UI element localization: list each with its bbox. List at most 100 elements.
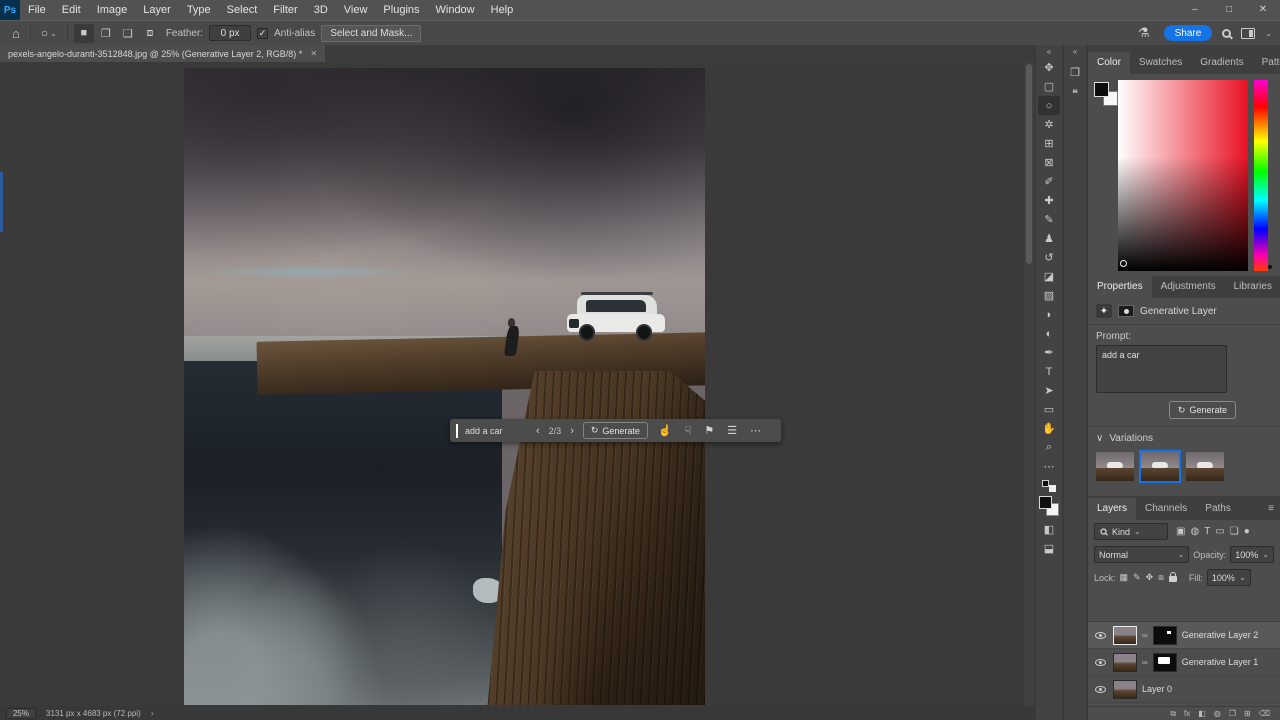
menu-help[interactable]: Help [483, 0, 522, 20]
color-picker-marker[interactable] [1120, 260, 1127, 267]
add-selection-mode-button[interactable]: ❐ [96, 24, 116, 43]
active-tool-preview[interactable]: ○ ⌄ [37, 26, 61, 40]
layer-name[interactable]: Generative Layer 1 [1182, 657, 1259, 667]
visibility-toggle[interactable] [1092, 631, 1108, 639]
status-options-chevron[interactable]: › [151, 708, 154, 718]
canvas-vertical-scrollbar[interactable] [1024, 62, 1034, 706]
type-tool[interactable]: T [1038, 362, 1060, 381]
foreground-background-swatches[interactable] [1094, 82, 1118, 106]
layer-thumbnail[interactable] [1113, 652, 1137, 672]
tab-layers[interactable]: Layers [1088, 498, 1137, 520]
document-tab[interactable]: pexels-angelo-duranti-3512848.jpg @ 25% … [0, 45, 326, 62]
magic-wand-tool[interactable]: ✲ [1038, 115, 1060, 134]
menu-type[interactable]: Type [179, 0, 219, 20]
more-tools-icon[interactable]: ⋯ [1038, 457, 1060, 476]
variation-thumbnail-1[interactable] [1094, 450, 1136, 483]
prompt-textarea[interactable]: add a car [1096, 345, 1227, 393]
variation-thumbnail-2-selected[interactable] [1139, 450, 1181, 483]
adjustment-layer-icon[interactable]: ◍ [1214, 709, 1221, 718]
share-button[interactable]: Share [1163, 25, 1213, 41]
pen-tool[interactable]: ✒ [1038, 343, 1060, 362]
tab-adjustments[interactable]: Adjustments [1152, 276, 1225, 298]
generate-button[interactable]: ↻ Generate [582, 422, 648, 439]
next-variation-button[interactable]: › [568, 425, 576, 437]
hue-slider-marker[interactable] [1268, 265, 1272, 269]
chevron-down-icon[interactable]: ⌄ [1265, 29, 1272, 38]
layer-effects-icon[interactable]: fx [1184, 709, 1190, 718]
menu-window[interactable]: Window [428, 0, 483, 20]
variations-header[interactable]: ∨ Variations [1096, 433, 1153, 444]
previous-variation-button[interactable]: ‹ [534, 425, 542, 437]
scrollbar-thumb[interactable] [1026, 64, 1032, 264]
lock-artboard-icon[interactable]: ⧈ [1158, 572, 1164, 583]
lock-pixels-icon[interactable]: ✎ [1133, 572, 1141, 583]
filter-kind-select[interactable]: Kind ⌄ [1094, 523, 1168, 540]
delete-layer-icon[interactable]: ⌫ [1259, 709, 1270, 718]
lock-position-icon[interactable]: ✥ [1146, 572, 1154, 583]
blend-mode-select[interactable]: Normal ⌄ [1094, 546, 1190, 563]
collapse-toolbar-icon[interactable]: « [1047, 46, 1051, 58]
zoom-level-field[interactable]: 25% [6, 707, 36, 719]
crop-tool[interactable]: ⊞ [1038, 134, 1060, 153]
menu-filter[interactable]: Filter [265, 0, 305, 20]
lock-transparency-icon[interactable]: ▦ [1120, 572, 1129, 583]
screen-mode-button[interactable]: ⬓ [1038, 539, 1060, 558]
menu-edit[interactable]: Edit [54, 0, 89, 20]
antialias-checkbox[interactable]: ✓ [257, 27, 269, 39]
brush-tool[interactable]: ✎ [1038, 210, 1060, 229]
close-tab-icon[interactable]: ✕ [310, 49, 317, 58]
tab-paths[interactable]: Paths [1196, 498, 1240, 520]
tab-libraries[interactable]: Libraries [1225, 276, 1280, 298]
filter-toggle-icon[interactable]: ● [1244, 526, 1250, 537]
new-selection-mode-button[interactable]: ■ [73, 23, 94, 43]
menu-plugins[interactable]: Plugins [375, 0, 427, 20]
filter-pixel-layers-icon[interactable]: ▣ [1176, 526, 1185, 537]
menu-file[interactable]: File [20, 0, 54, 20]
thumbs-down-icon[interactable]: ☟ [682, 424, 695, 437]
add-mask-icon[interactable]: ◧ [1198, 709, 1206, 718]
frame-tool[interactable]: ⊠ [1038, 153, 1060, 172]
menu-select[interactable]: Select [219, 0, 266, 20]
prompt-input[interactable]: add a car [465, 426, 527, 436]
layer-row-layer-0[interactable]: Layer 0 [1088, 676, 1280, 703]
variation-thumbnail-3[interactable] [1184, 450, 1226, 483]
intersect-selection-mode-button[interactable]: ⧈ [140, 24, 160, 43]
blur-tool[interactable]: ◗ [1038, 305, 1060, 324]
thumbs-up-icon[interactable]: ☝ [655, 424, 675, 437]
tab-gradients[interactable]: Gradients [1191, 52, 1252, 74]
gradient-tool[interactable]: ▨ [1038, 286, 1060, 305]
new-group-icon[interactable]: ❐ [1229, 709, 1236, 718]
tab-channels[interactable]: Channels [1136, 498, 1196, 520]
filter-adjustment-layers-icon[interactable]: ◍ [1190, 526, 1199, 537]
maximize-button[interactable]: □ [1212, 0, 1246, 20]
quick-mask-button[interactable]: ◧ [1038, 520, 1060, 539]
filter-type-layers-icon[interactable]: T [1204, 526, 1210, 537]
menu-3d[interactable]: 3D [306, 0, 336, 20]
home-icon[interactable]: ⌂ [8, 26, 24, 41]
comments-panel-icon[interactable]: ❝ [1072, 87, 1078, 100]
saturation-brightness-picker[interactable] [1118, 80, 1248, 271]
link-layers-icon[interactable]: ⧉ [1170, 709, 1176, 719]
panel-menu-icon[interactable]: ≡ [1262, 498, 1280, 520]
tab-color[interactable]: Color [1088, 52, 1130, 74]
shape-tool[interactable]: ▭ [1038, 400, 1060, 419]
collapse-strip-icon[interactable]: « [1073, 46, 1077, 58]
visibility-toggle[interactable] [1092, 658, 1108, 666]
fill-select[interactable]: 100% ⌄ [1206, 569, 1251, 586]
new-layer-icon[interactable]: ⊞ [1244, 709, 1251, 718]
path-select-tool[interactable]: ➤ [1038, 381, 1060, 400]
lock-all-icon[interactable] [1168, 572, 1177, 582]
history-panel-icon[interactable]: ❐ [1070, 66, 1080, 79]
zoom-tool[interactable]: ⌕ [1038, 438, 1060, 457]
feather-input[interactable]: 0 px [209, 25, 252, 41]
canvas-area[interactable]: add a car ‹ 2/3 › ↻ Generate ☝ ☟ ⚑ ☰ ⋯ [0, 62, 1024, 706]
hand-tool[interactable]: ✋ [1038, 419, 1060, 438]
opacity-select[interactable]: 100% ⌄ [1230, 546, 1274, 563]
menu-layer[interactable]: Layer [135, 0, 179, 20]
menu-image[interactable]: Image [89, 0, 136, 20]
minimize-button[interactable]: – [1178, 0, 1212, 20]
generate-button[interactable]: ↻ Generate [1168, 401, 1236, 419]
eraser-tool[interactable]: ◪ [1038, 267, 1060, 286]
layer-name[interactable]: Generative Layer 2 [1182, 630, 1259, 640]
tab-patterns[interactable]: Patterns [1253, 52, 1280, 74]
